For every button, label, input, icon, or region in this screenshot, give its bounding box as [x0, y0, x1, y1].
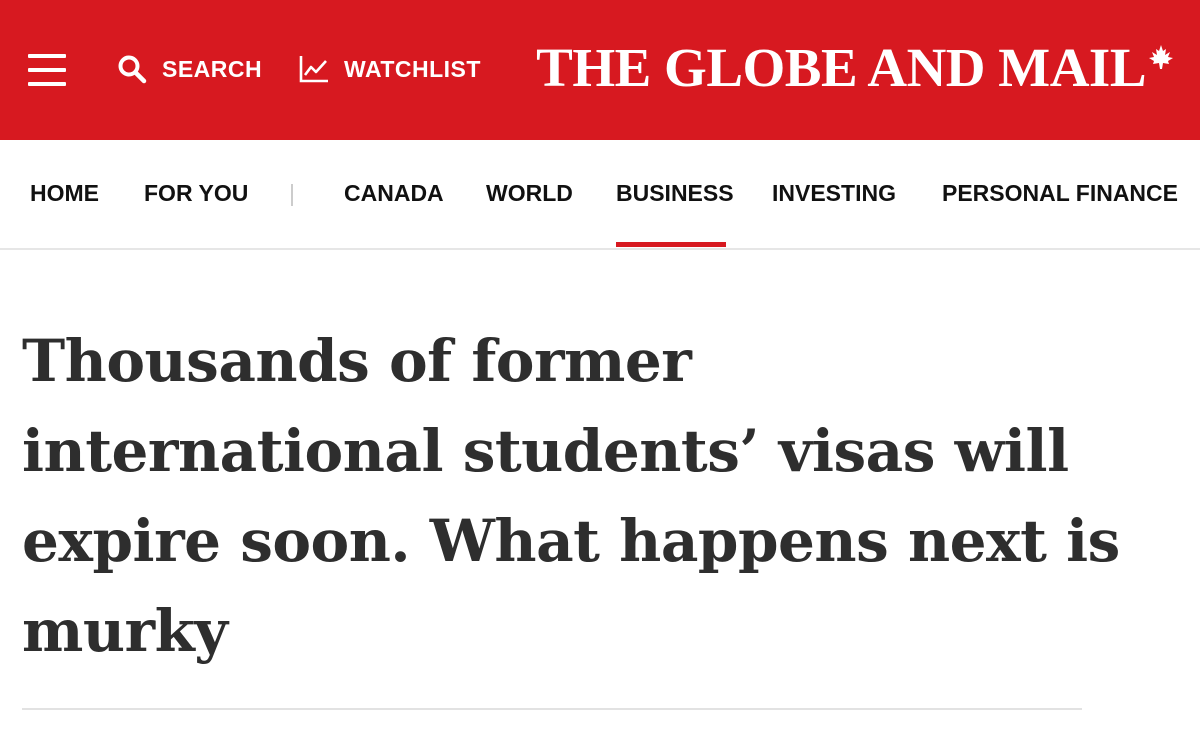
maple-leaf-icon [1149, 45, 1173, 69]
chart-line-icon [299, 56, 328, 83]
masthead-logo[interactable]: THE GLOBE AND MAIL [536, 36, 1174, 100]
masthead-title: THE GLOBE AND MAIL [536, 37, 1146, 98]
nav-item-home[interactable]: HOME [30, 180, 99, 207]
hamburger-menu-icon [28, 54, 66, 58]
watchlist-label: WATCHLIST [344, 55, 481, 82]
top-bar: SEARCH WATCHLIST THE GLOBE AND MAIL [0, 0, 1200, 140]
nav-item-for-you[interactable]: FOR YOU [144, 180, 248, 207]
search-button[interactable]: SEARCH [116, 50, 262, 88]
article-headline: Thousands of former international studen… [22, 327, 1120, 665]
menu-button[interactable] [28, 52, 68, 88]
nav-item-investing[interactable]: INVESTING [772, 180, 896, 207]
search-icon [118, 55, 147, 84]
nav-item-canada[interactable]: CANADA [344, 180, 444, 207]
watchlist-button[interactable]: WATCHLIST [298, 50, 481, 88]
nav-item-world[interactable]: WORLD [486, 180, 573, 207]
nav-active-indicator [616, 242, 726, 247]
nav-divider [291, 184, 293, 206]
search-label: SEARCH [162, 55, 263, 82]
section-nav: HOME FOR YOU CANADA WORLD BUSINESS INVES… [0, 140, 1200, 250]
nav-item-personal-finance[interactable]: PERSONAL FINANCE [942, 180, 1178, 207]
nav-item-business[interactable]: BUSINESS [616, 180, 734, 207]
headline-divider [22, 708, 1082, 710]
